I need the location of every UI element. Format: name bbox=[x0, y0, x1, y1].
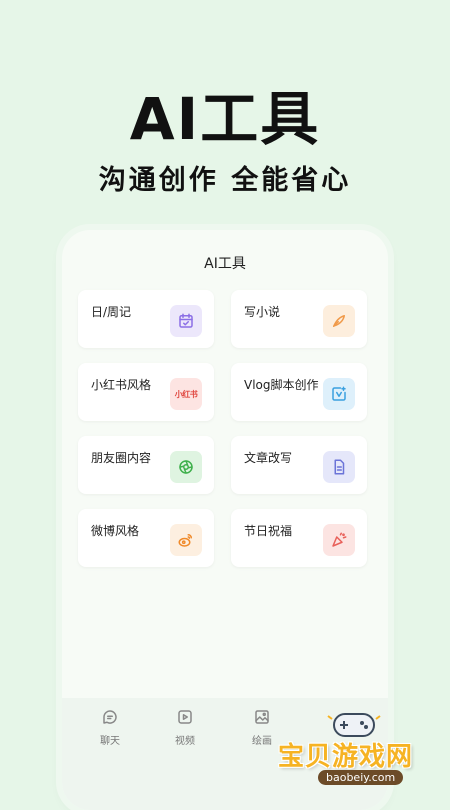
image-icon bbox=[255, 710, 269, 724]
tool-card-novel[interactable]: 写小说 bbox=[231, 290, 367, 348]
tool-label: 小红书风格 bbox=[91, 378, 152, 392]
tool-card-holiday-wishes[interactable]: 节日祝福 bbox=[231, 509, 367, 567]
party-popper-icon bbox=[323, 524, 355, 556]
tool-label: 文章改写 bbox=[244, 451, 293, 465]
hero-subtitle: 沟通创作 全能省心 bbox=[98, 165, 352, 196]
tab-label: 聊天 bbox=[100, 736, 120, 747]
tool-label: 日/周记 bbox=[91, 305, 132, 319]
tool-label: Vlog脚本创作 bbox=[244, 378, 319, 392]
tool-card-moments[interactable]: 朋友圈内容 bbox=[78, 436, 214, 494]
watermark-url: baobeiy.com bbox=[318, 770, 404, 785]
tool-label: 节日祝福 bbox=[244, 524, 293, 538]
tool-card-vlog-script[interactable]: Vlog脚本创作 bbox=[231, 363, 367, 421]
tab-video[interactable]: 视频 bbox=[155, 708, 215, 747]
chat-icon bbox=[103, 710, 117, 724]
tool-card-rewrite[interactable]: 文章改写 bbox=[231, 436, 367, 494]
document-icon bbox=[323, 451, 355, 483]
tool-label: 朋友圈内容 bbox=[91, 451, 152, 465]
xiaohongshu-icon: 小红书 bbox=[170, 378, 202, 410]
video-icon bbox=[178, 710, 192, 724]
watermark-text: 宝贝游戏网 bbox=[278, 742, 414, 772]
tool-card-weibo[interactable]: 微博风格 bbox=[78, 509, 214, 567]
page-title: AI工具 bbox=[204, 256, 246, 272]
weibo-icon bbox=[170, 524, 202, 556]
hero-title: AI工具 bbox=[129, 85, 321, 153]
watermark: 宝贝游戏网 baobeiy.com bbox=[270, 708, 450, 798]
tool-card-diary[interactable]: 日/周记 bbox=[78, 290, 214, 348]
video-script-icon bbox=[323, 378, 355, 410]
tool-label: 写小说 bbox=[244, 305, 281, 319]
tool-label: 微博风格 bbox=[91, 524, 140, 538]
xiaohongshu-icon-text: 小红书 bbox=[174, 389, 198, 399]
quill-pen-icon bbox=[323, 305, 355, 337]
calendar-check-icon bbox=[170, 305, 202, 337]
aperture-icon bbox=[170, 451, 202, 483]
tab-label: 视频 bbox=[175, 736, 195, 747]
tool-card-xiaohongshu[interactable]: 小红书风格 小红书 bbox=[78, 363, 214, 421]
tab-chat[interactable]: 聊天 bbox=[80, 708, 140, 747]
